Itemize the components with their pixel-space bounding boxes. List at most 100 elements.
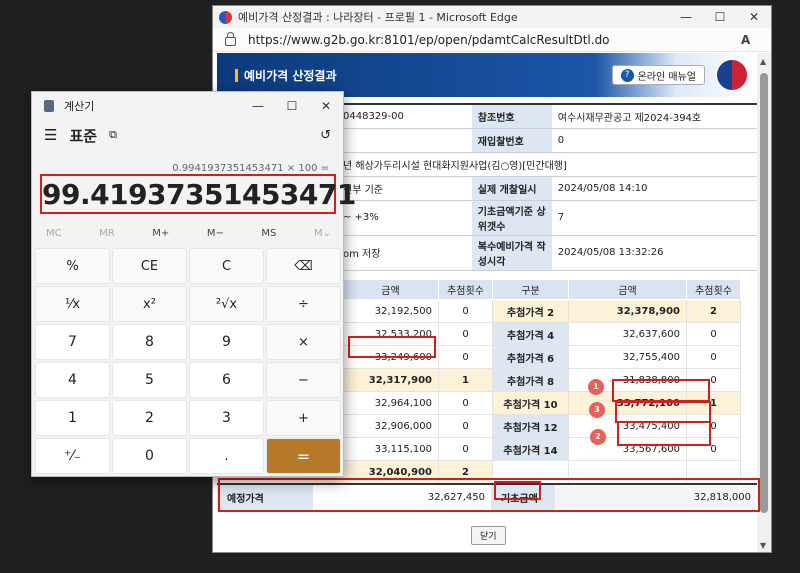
kind-cell: 추첨가격 6 [492,345,569,369]
scroll-up-icon[interactable]: ▲ [760,57,766,66]
memory-subtract-button[interactable]: M− [207,228,224,239]
highlight-box-totals [218,478,760,512]
memory-row: MC MR M+ M− MS M⌄ [36,228,341,239]
kind-cell: 추첨가격 4 [492,322,569,346]
digit-0-button[interactable]: 0 [112,438,187,474]
count-cell: 0 [438,391,493,415]
amount-cell: 32,755,400 [568,345,687,369]
info-label: 복수예비가격 작성시각 [471,235,552,271]
info-label: 실제 개찰일시 [471,176,552,201]
read-aloud-icon[interactable]: A [741,33,771,47]
info-value: 7 [551,200,757,236]
highlight-box-amount-14 [617,421,711,446]
digit-8-button[interactable]: 8 [112,324,187,360]
highlight-box-amount-10 [612,379,710,402]
count-cell: 0 [438,414,493,438]
info-value: 2024/05/08 13:32:26 [551,235,757,271]
amount-cell: 32,192,500 [342,299,439,323]
memory-add-button[interactable]: M+ [152,228,169,239]
digit-4-button[interactable]: 4 [35,362,110,398]
divide-button[interactable]: ÷ [266,286,341,322]
memory-clear-button[interactable]: MC [46,228,62,239]
memory-store-button[interactable]: MS [261,228,276,239]
percent-button[interactable]: % [35,248,110,284]
count-cell: 0 [686,345,741,369]
clear-entry-button[interactable]: CE [112,248,187,284]
edge-logo-icon [219,10,232,24]
kind-cell: 추첨가격 8 [492,368,569,392]
count-cell: 2 [686,299,741,323]
calculator-title: 계산기 [64,100,95,113]
digit-7-button[interactable]: 7 [35,324,110,360]
calculator-mode-bar: ☰ 표준 ⧉ ↺ [32,120,343,150]
calculator-title-bar: 계산기 — ☐ ✕ [32,92,343,120]
kind-cell: 추첨가격 12 [492,414,569,438]
grid-header-kind: 구분 [492,279,569,300]
backspace-button[interactable]: ⌫ [266,248,341,284]
multiply-button[interactable]: × [266,324,341,360]
clear-button[interactable]: C [189,248,264,284]
add-button[interactable]: + [266,400,341,436]
amount-cell: 32,906,000 [342,414,439,438]
highlight-box-amount-12 [615,401,711,423]
digit-3-button[interactable]: 3 [189,400,264,436]
digit-5-button[interactable]: 5 [112,362,187,398]
decimal-button[interactable]: . [189,438,264,474]
digit-9-button[interactable]: 9 [189,324,264,360]
count-cell: 0 [438,299,493,323]
info-label: 기초금액기준 상위갯수 [471,200,552,236]
count-cell: 1 [438,368,493,392]
url-text[interactable]: https://www.g2b.go.kr:8101/ep/open/pdamt… [248,33,741,47]
annotation-badge-1: 1 [588,379,604,395]
scroll-down-icon[interactable]: ▼ [760,541,766,550]
maximize-icon[interactable]: ☐ [275,99,309,113]
digit-1-button[interactable]: 1 [35,400,110,436]
subtract-button[interactable]: − [266,362,341,398]
calculator-mode-name: 표준 [69,126,98,145]
info-label: 참조번호 [471,104,552,129]
help-icon: ? [620,68,634,82]
address-bar[interactable]: https://www.g2b.go.kr:8101/ep/open/pdamt… [213,28,771,52]
government-emblem-icon [715,58,749,92]
info-label: 재입찰번호 [471,128,552,153]
negate-button[interactable]: ⁺⁄₋ [35,438,110,474]
square-button[interactable]: x² [112,286,187,322]
page-title: 예비가격 산정결과 [244,68,337,83]
online-manual-button[interactable]: ? 온라인 매뉴얼 [611,65,705,85]
info-value: 0 [551,128,757,153]
close-icon[interactable]: ✕ [309,99,343,113]
close-button[interactable]: 닫기 [471,526,506,545]
annotation-badge-2: 2 [590,429,606,445]
history-icon[interactable]: ↺ [320,128,331,143]
minimize-icon[interactable]: — [669,10,703,24]
grid-header-count-left: 추첨횟수 [438,279,493,300]
equals-button[interactable]: = [266,438,341,474]
amount-cell: 32,378,900 [568,299,687,323]
annotation-badge-3: 3 [589,402,605,418]
grid-header-count-right: 추첨횟수 [686,279,741,300]
kind-cell: 추첨가격 2 [492,299,569,323]
close-icon[interactable]: ✕ [737,10,771,24]
memory-recall-button[interactable]: MR [99,228,115,239]
digit-6-button[interactable]: 6 [189,362,264,398]
count-cell: 0 [438,322,493,346]
grid-header-amount-right: 금액 [568,279,687,300]
amount-cell: 33,115,100 [342,437,439,461]
scrollbar-thumb[interactable] [760,73,768,513]
amount-cell: 32,964,100 [342,391,439,415]
square-root-button[interactable]: ²√x [189,286,264,322]
count-cell: 0 [438,437,493,461]
calculator-window: 계산기 — ☐ ✕ ☰ 표준 ⧉ ↺ 0.9941937351453471 × … [31,91,356,477]
memory-list-button[interactable]: M⌄ [314,228,331,239]
title-marker-icon [235,68,238,82]
edge-window-title: 예비가격 산정결과 : 나라장터 - 프로필 1 - Microsoft Edg… [238,11,518,24]
digit-2-button[interactable]: 2 [112,400,187,436]
minimize-icon[interactable]: — [241,99,275,113]
reciprocal-button[interactable]: ¹⁄x [35,286,110,322]
count-cell: 0 [686,322,741,346]
menu-icon[interactable]: ☰ [44,126,57,144]
keep-on-top-icon[interactable]: ⧉ [109,128,320,142]
maximize-icon[interactable]: ☐ [703,10,737,24]
lock-icon[interactable] [225,32,236,46]
kind-cell: 추첨가격 10 [492,391,569,415]
